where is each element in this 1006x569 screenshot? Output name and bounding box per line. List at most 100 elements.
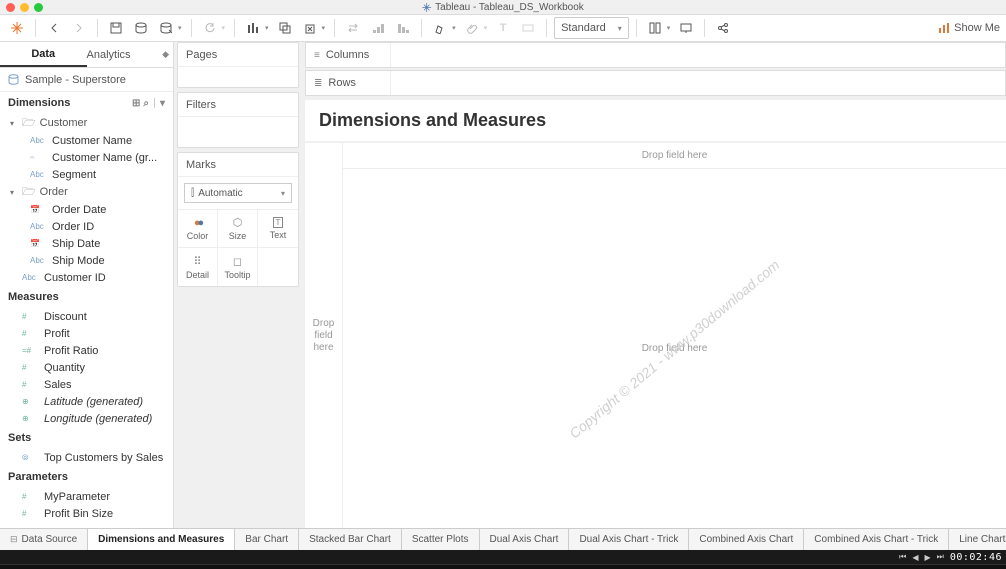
refresh-button[interactable] [199,17,221,39]
highlight-button[interactable] [429,17,451,39]
datasource-tab[interactable]: ⊟Data Source [0,529,88,550]
fit-dropdown[interactable]: Standard▾ [554,17,629,39]
chevron-down-icon[interactable]: ▾ [160,98,165,109]
field-ship-mode[interactable]: AbcShip Mode [0,252,173,269]
totals-button[interactable]: T [492,17,514,39]
rows-shelf[interactable]: ≣Rows [305,70,1006,96]
marks-tooltip-button[interactable]: ◻Tooltip [218,248,258,286]
number-type-icon: # [22,492,38,501]
cards-icon [649,22,661,34]
new-datasource-button[interactable] [130,17,152,39]
field-customer-name[interactable]: AbcCustomer Name [0,132,173,149]
sheet-tab[interactable]: Scatter Plots [402,529,480,550]
detail-icon: ⠿ [193,255,201,268]
field-profit[interactable]: #Profit [0,325,173,342]
last-button[interactable]: ⏭ [937,552,944,562]
label-icon [522,22,534,34]
prev-button[interactable]: ◀ [912,553,918,562]
field-quantity[interactable]: #Quantity [0,359,173,376]
marks-text-button[interactable]: TText [258,210,298,248]
viz-canvas[interactable]: Dropfieldhere Drop field here Drop field… [305,143,1006,528]
search-icon[interactable]: ⌕ [143,98,149,109]
field-profit-ratio[interactable]: =#Profit Ratio [0,342,173,359]
view-toggle-icon[interactable]: ⊞ [132,98,140,109]
chevron-down-icon[interactable]: ▾ [452,24,456,32]
first-button[interactable]: ⏮ [899,552,906,562]
labels-button[interactable] [517,17,539,39]
column-drop-zone[interactable]: Drop field here [343,143,1006,169]
field-profit-bin-size[interactable]: #Profit Bin Size [0,505,173,522]
sheet-tab[interactable]: Bar Chart [235,529,299,550]
data-tab[interactable]: Data [0,42,87,67]
field-order-date[interactable]: 📅Order Date [0,201,173,218]
close-window-button[interactable] [6,3,15,12]
next-button[interactable]: ▶ [924,553,930,562]
sheet-tab[interactable]: Dual Axis Chart [480,529,570,550]
columns-shelf[interactable]: ≡Columns [305,42,1006,68]
row-drop-zone[interactable]: Dropfieldhere [305,143,343,528]
field-sales[interactable]: #Sales [0,376,173,393]
analytics-tab[interactable]: Analytics◆ [87,42,174,67]
marks-color-button[interactable]: ●●Color [178,210,218,248]
chevron-down-icon[interactable]: ▾ [265,24,269,32]
datasource-icon: ⊟ [10,534,18,545]
chevron-down-icon[interactable]: ▾ [178,24,182,32]
sheet-tab[interactable]: Dimensions and Measures [88,529,235,550]
show-me-button[interactable]: Show Me [938,22,1000,34]
forward-button[interactable] [68,17,90,39]
date-type-icon: 📅 [30,205,46,214]
sheet-tabs: ⊟Data Source Dimensions and Measures Bar… [0,528,1006,550]
maximize-window-button[interactable] [34,3,43,12]
parameters-header: Parameters [0,466,173,488]
sheet-tab[interactable]: Combined Axis Chart - Trick [804,529,949,550]
share-button[interactable] [712,17,734,39]
back-button[interactable] [43,17,65,39]
chevron-down-icon[interactable]: ▾ [322,24,326,32]
clear-button[interactable] [299,17,321,39]
folder-order[interactable]: ▾🗁Order [0,183,173,201]
sort-asc-button[interactable] [367,17,389,39]
duplicate-button[interactable] [274,17,296,39]
field-list: ▾🗁Customer AbcCustomer Name 𝄐Customer Na… [0,114,173,528]
chevron-down-icon[interactable]: ▾ [222,24,226,32]
sheet-tab[interactable]: Line Charts [949,529,1006,550]
worksheet-title-area[interactable]: Dimensions and Measures [305,100,1006,141]
view-cards-button[interactable] [644,17,666,39]
pages-card[interactable]: Pages [177,42,299,88]
new-worksheet-button[interactable] [242,17,264,39]
marks-card-header: Marks [178,153,298,177]
sheet-tab[interactable]: Combined Axis Chart [689,529,804,550]
arrow-right-icon [72,21,86,35]
group-button[interactable] [461,17,483,39]
tableau-menu-button[interactable] [6,17,28,39]
main-drop-zone[interactable]: Drop field here Copyright © 2021 - www.p… [343,169,1006,528]
chevron-down-icon[interactable]: ▾ [484,24,488,32]
filters-card[interactable]: Filters [177,92,299,148]
sort-desc-button[interactable] [392,17,414,39]
chevron-down-icon[interactable]: ▾ [667,24,671,32]
marks-detail-button[interactable]: ⠿Detail [178,248,218,286]
minimize-window-button[interactable] [20,3,29,12]
folder-customer[interactable]: ▾🗁Customer [0,114,173,132]
field-customer-id[interactable]: AbcCustomer ID [0,269,173,286]
marks-size-button[interactable]: ⬡Size [218,210,258,248]
mark-type-dropdown[interactable]: ⫿Automatic ▾ [184,183,292,203]
field-top-customers-set[interactable]: ⦾Top Customers by Sales [0,449,173,466]
chevron-down-icon: ▾ [10,119,18,128]
field-myparameter[interactable]: #MyParameter [0,488,173,505]
field-discount[interactable]: #Discount [0,308,173,325]
sheet-tab[interactable]: Stacked Bar Chart [299,529,402,550]
field-latitude[interactable]: ⊕Latitude (generated) [0,393,173,410]
field-longitude[interactable]: ⊕Longitude (generated) [0,410,173,427]
save-button[interactable] [105,17,127,39]
sheet-tab[interactable]: Dual Axis Chart - Trick [569,529,689,550]
field-ship-date[interactable]: 📅Ship Date [0,235,173,252]
presentation-button[interactable] [675,17,697,39]
swap-button[interactable] [342,17,364,39]
field-order-id[interactable]: AbcOrder ID [0,218,173,235]
video-scrubber[interactable] [0,564,1006,569]
datasource-row[interactable]: Sample - Superstore [0,68,173,92]
field-customer-name-group[interactable]: 𝄐Customer Name (gr... [0,149,173,166]
field-segment[interactable]: AbcSegment [0,166,173,183]
auto-update-button[interactable] [155,17,177,39]
